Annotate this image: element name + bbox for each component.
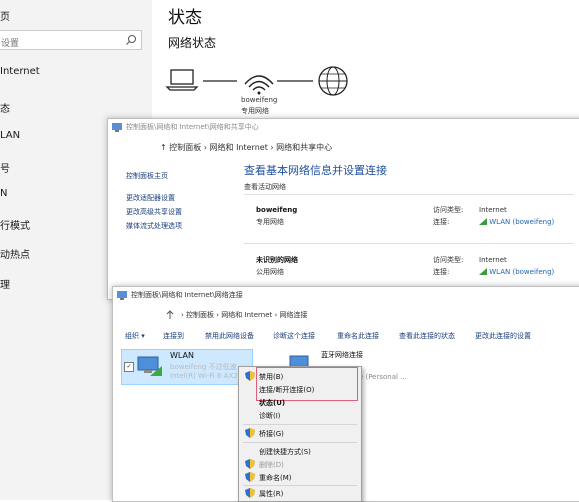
globe-icon [318,66,348,96]
sidebar-link-adapter-settings[interactable]: 更改适配器设置 [126,191,182,205]
address-bar[interactable]: › 控制面板 › 网络和 Internet › 网络连接 [181,310,308,320]
access-type-label: 访问类型: [433,206,464,214]
adapter-status: boweifeng 不过低速 [170,363,237,371]
network-entry-type[interactable]: 专用网络 [256,218,284,226]
menu-separator [243,424,357,425]
organize-button[interactable]: 组织 ▾ [125,331,145,341]
nav-item-airplane-mode[interactable]: 行模式 [0,217,30,232]
context-menu: 禁用(B) 连接/断开连接(O) 状态(U) 诊断(I) 桥接(G) 创建快捷方… [238,366,362,502]
access-type-value: Internet [479,206,507,214]
connection-link[interactable]: WLAN (boweifeng) [479,216,554,228]
nav-item-proxy[interactable]: 理 [0,276,10,291]
network-folder-icon [117,291,127,300]
shield-icon [245,472,255,482]
nsc-heading: 查看基本网络信息并设置连接 [244,164,387,177]
shield-icon [245,459,255,469]
nav-item-network-internet[interactable]: Internet [0,66,40,77]
shield-icon [245,371,255,381]
shield-icon [245,428,255,438]
nsc-sidebar: 控制面板主页 更改适配器设置 更改高级共享设置 媒体流式处理选项 [126,169,182,233]
menu-item-rename[interactable]: 重命名(M) [259,473,292,483]
address-bar[interactable]: ↑ 控制面板 › 网络和 Internet › 网络和共享中心 [160,142,332,153]
change-settings-button[interactable]: 更改此连接的设置 [475,331,531,341]
access-type-label: 访问类型: [433,256,464,264]
window-title: 控制面板\网络和 Internet\网络和共享中心 [126,123,259,131]
shield-icon [245,488,255,498]
connection-label: 连接: [433,268,450,276]
sidebar-link-advanced-sharing[interactable]: 更改高级共享设置 [126,205,182,219]
menu-item-diagnose[interactable]: 诊断(I) [259,411,281,421]
signal-icon [479,268,487,275]
sidebar-link-media-streaming[interactable]: 媒体流式处理选项 [126,219,182,233]
nsc-subheading: 查看活动网络 [244,183,286,191]
connect-to-button[interactable]: 连接到 [163,331,184,341]
nav-item-wlan[interactable]: LAN [0,130,20,141]
menu-item-properties[interactable]: 属性(R) [259,489,283,499]
disable-device-button[interactable]: 禁用此网络设备 [205,331,254,341]
menu-item-delete: 删除(D) [259,461,284,469]
divider [244,243,574,244]
back-arrow-icon[interactable] [165,310,175,320]
network-access-info: 访问类型: Internet 连接: WLAN (boweifeng) [433,254,573,278]
menu-separator [243,442,357,443]
window-title: 控制面板\网络和 Internet\网络连接 [131,291,243,299]
search-input[interactable] [0,35,121,52]
sidebar-link-control-panel-home[interactable]: 控制面板主页 [126,169,182,183]
access-type-value: Internet [479,256,507,264]
settings-search-box[interactable] [0,30,142,52]
nav-item-hotspot[interactable]: 动热点 [0,246,30,261]
window-titlebar[interactable]: 控制面板\网络和 Internet\网络和共享中心 [108,119,579,135]
diagnose-button[interactable]: 诊断这个连接 [273,331,315,341]
menu-item-status[interactable]: 状态(U) [259,398,285,408]
network-access-info: 访问类型: Internet 连接: WLAN (boweifeng) [433,204,573,228]
connection-value[interactable]: WLAN (boweifeng) [489,218,554,226]
menu-item-bridge[interactable]: 桥接(G) [259,429,284,439]
connection-label: 连接: [433,218,450,226]
search-icon[interactable] [125,34,137,46]
command-toolbar: 组织 ▾ 连接到 禁用此网络设备 诊断这个连接 重命名此连接 查看此连接的状态 … [113,327,579,345]
nav-item-home[interactable]: 页 [0,8,10,23]
network-name: boweifeng [241,96,278,104]
page-title: 状态 [168,8,202,28]
divider [244,194,574,195]
wlan-adapter-item[interactable]: ✓ WLAN boweifeng 不过低速 Intel(R) Wi-Fi 6 A… [121,349,253,385]
adapter-device: Intel(R) Wi-Fi 6 AX2 [170,372,238,380]
wireless-adapter-icon [137,356,162,376]
network-entry-name: boweifeng [256,206,298,214]
network-entry: 未识别的网络 公用网络 [256,254,298,278]
nav-item-dialup[interactable]: 号 [0,160,10,175]
section-title: 网络状态 [168,36,217,50]
menu-separator [243,485,357,486]
highlight-box [256,367,358,401]
connection-value[interactable]: WLAN (boweifeng) [489,268,554,276]
nav-item-status[interactable]: 态 [0,100,10,115]
select-checkbox[interactable]: ✓ [124,362,134,372]
signal-icon [479,218,487,225]
view-status-button[interactable]: 查看此连接的状态 [399,331,455,341]
network-entry: boweifeng 专用网络 [256,204,297,228]
bluetooth-adapter-name: 蓝牙网络连接 [321,351,363,359]
network-entry-type[interactable]: 公用网络 [256,268,284,276]
control-panel-icon [112,123,122,132]
connection-link[interactable]: WLAN (boweifeng) [479,266,554,278]
adapter-name: WLAN [170,351,195,360]
rename-button[interactable]: 重命名此连接 [337,331,379,341]
laptop-icon [165,69,199,91]
network-sharing-center-window: 控制面板\网络和 Internet\网络和共享中心 ↑ 控制面板 › 网络和 I… [107,118,579,300]
nav-item-vpn[interactable]: N [0,188,7,199]
network-type: 专用网络 [241,107,269,115]
network-entry-name: 未识别的网络 [256,256,298,264]
menu-item-create-shortcut[interactable]: 创建快捷方式(S) [259,447,311,457]
wifi-icon [244,75,274,95]
